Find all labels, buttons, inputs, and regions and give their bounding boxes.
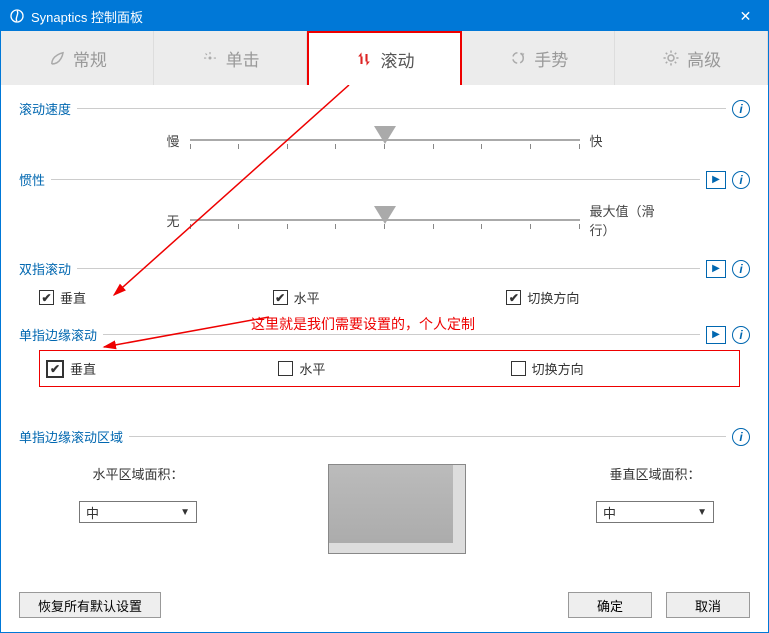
info-icon[interactable]: i [732, 171, 750, 189]
h-area-select[interactable]: 中▼ [79, 501, 197, 523]
tab-advanced[interactable]: 高级 [615, 31, 768, 85]
video-icon[interactable]: ▶ [706, 326, 726, 344]
h-area-label: 水平区域面积： [92, 464, 183, 483]
v-area-select[interactable]: 中▼ [596, 501, 714, 523]
scroll-icon [354, 49, 374, 69]
restore-defaults-button[interactable]: 恢复所有默认设置 [19, 592, 161, 618]
gear-icon [661, 48, 681, 68]
ok-button[interactable]: 确定 [568, 592, 652, 618]
checkbox-two-switch[interactable]: ✔ [506, 290, 521, 305]
leaf-icon [47, 48, 67, 68]
click-icon [200, 48, 220, 68]
window-title: Synaptics 控制面板 [31, 7, 143, 26]
checkbox-edge-switch[interactable] [511, 361, 526, 376]
app-logo-icon [9, 8, 25, 24]
info-icon[interactable]: i [732, 260, 750, 278]
cancel-button[interactable]: 取消 [666, 592, 750, 618]
v-area-label: 垂直区域面积： [609, 464, 700, 483]
chevron-down-icon: ▼ [697, 507, 707, 518]
section-edge-area: 单指边缘滚动区域 i [19, 427, 750, 446]
tab-click[interactable]: 单击 [154, 31, 307, 85]
chevron-down-icon: ▼ [180, 507, 190, 518]
checkbox-edge-vertical[interactable]: ✔ [46, 360, 64, 378]
tab-gesture[interactable]: 手势 [462, 31, 615, 85]
video-icon[interactable]: ▶ [706, 260, 726, 278]
inertia-slider[interactable] [190, 210, 580, 230]
video-icon[interactable]: ▶ [706, 171, 726, 189]
scroll-speed-slider[interactable] [190, 130, 580, 150]
close-button[interactable]: ✕ [723, 1, 768, 31]
info-icon[interactable]: i [732, 326, 750, 344]
title-bar: Synaptics 控制面板 ✕ [1, 1, 768, 31]
slider-label-none: 无 [100, 211, 190, 230]
gesture-icon [508, 48, 528, 68]
slider-label-slow: 慢 [100, 131, 190, 150]
info-icon[interactable]: i [732, 428, 750, 446]
info-icon[interactable]: i [732, 100, 750, 118]
section-scroll-speed: 滚动速度 i [19, 99, 750, 118]
slider-label-max: 最大值（滑行） [580, 201, 670, 239]
tab-scroll[interactable]: 滚动 [307, 31, 463, 85]
slider-label-fast: 快 [580, 131, 670, 150]
section-two-finger: 双指滚动 ▶ i [19, 259, 750, 278]
checkbox-edge-horizontal[interactable] [278, 361, 293, 376]
checkbox-two-vertical[interactable]: ✔ [39, 290, 54, 305]
section-inertia: 惯性 ▶ i [19, 170, 750, 189]
annotation-text: 这里就是我们需要设置的，个人定制 [251, 314, 475, 334]
tab-bar: 常规 单击 滚动 手势 高级 [1, 31, 768, 85]
checkbox-two-horizontal[interactable]: ✔ [273, 290, 288, 305]
touchpad-preview [328, 464, 466, 554]
tab-general[interactable]: 常规 [1, 31, 154, 85]
